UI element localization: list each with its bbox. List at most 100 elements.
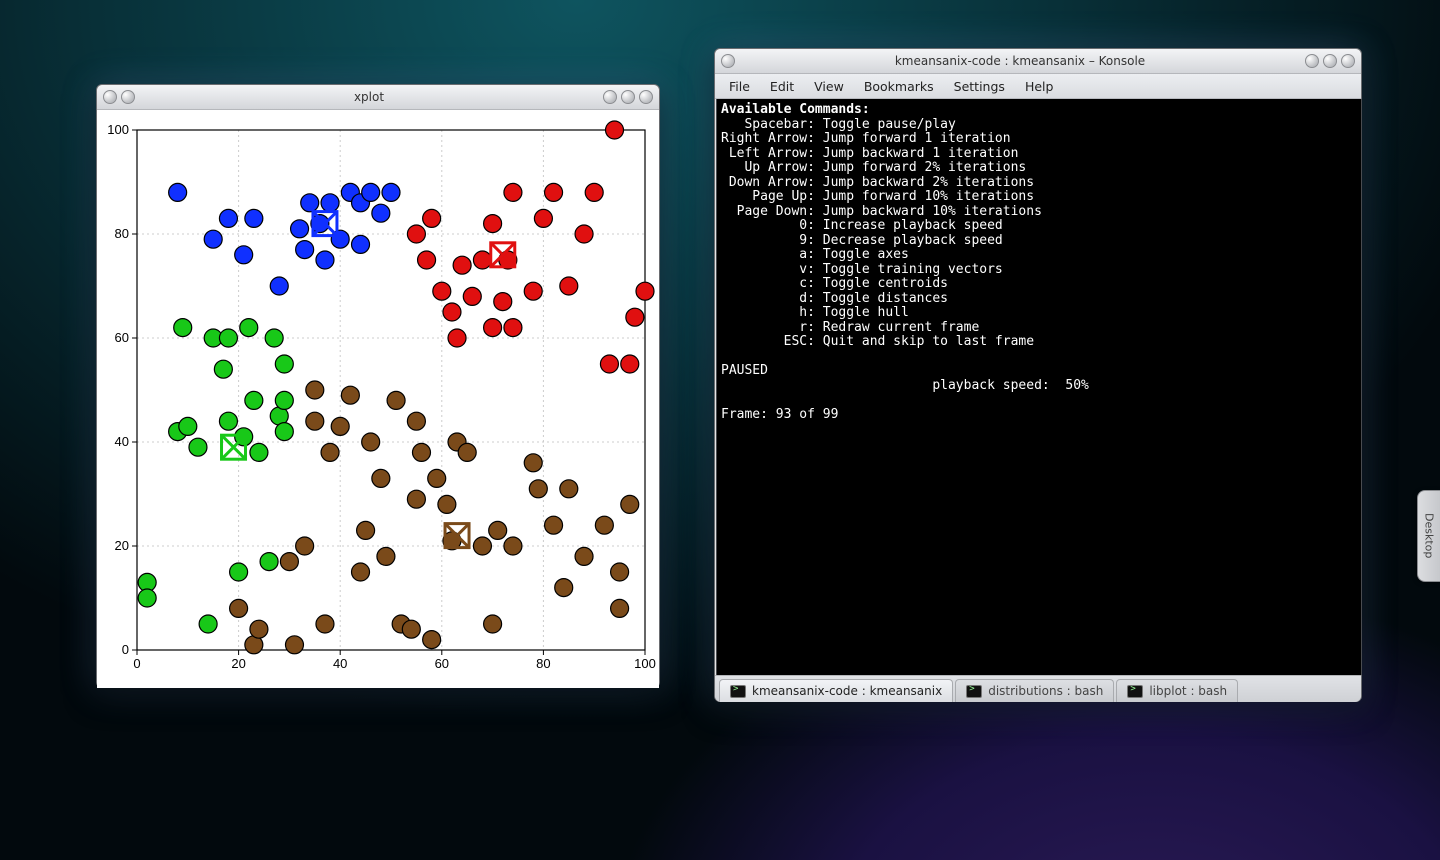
data-point [321, 194, 339, 212]
data-point [484, 215, 502, 233]
tab-distributions[interactable]: distributions : bash [955, 679, 1114, 702]
menu-help[interactable]: Help [1017, 77, 1062, 96]
data-point [621, 355, 639, 373]
data-point [504, 319, 522, 337]
tab-libplot[interactable]: libplot : bash [1116, 679, 1238, 702]
svg-text:40: 40 [333, 656, 347, 671]
data-point [275, 391, 293, 409]
data-point [250, 443, 268, 461]
menu-view[interactable]: View [806, 77, 852, 96]
data-point [560, 277, 578, 295]
data-point [458, 443, 476, 461]
data-point [611, 563, 629, 581]
data-point [285, 636, 303, 654]
data-point [545, 516, 563, 534]
data-point [595, 516, 613, 534]
data-point [296, 241, 314, 259]
data-point [423, 209, 441, 227]
data-point [306, 381, 324, 399]
data-point [560, 480, 578, 498]
data-point [331, 417, 349, 435]
data-point [352, 235, 370, 253]
data-point [296, 537, 314, 555]
terminal-text: Available Commands: Spacebar: Toggle pau… [717, 99, 1361, 426]
data-point [199, 615, 217, 633]
data-point [585, 183, 603, 201]
data-point [316, 615, 334, 633]
data-point [301, 194, 319, 212]
app-menu-button[interactable] [103, 90, 117, 104]
data-point [448, 329, 466, 347]
data-point [174, 319, 192, 337]
data-point [529, 480, 547, 498]
data-point [524, 282, 542, 300]
data-point [275, 355, 293, 373]
maximize-button[interactable] [621, 90, 635, 104]
menu-edit[interactable]: Edit [762, 77, 802, 96]
data-point [504, 183, 522, 201]
data-point [438, 495, 456, 513]
app-menu-button[interactable] [721, 54, 735, 68]
data-point [341, 386, 359, 404]
data-point [245, 209, 263, 227]
data-point [555, 579, 573, 597]
data-point [260, 553, 278, 571]
close-button[interactable] [1341, 54, 1355, 68]
close-button[interactable] [639, 90, 653, 104]
data-point [169, 183, 187, 201]
data-point [219, 209, 237, 227]
minimize-button[interactable] [1305, 54, 1319, 68]
data-point [489, 521, 507, 539]
maximize-button[interactable] [1323, 54, 1337, 68]
svg-text:60: 60 [435, 656, 449, 671]
data-point [382, 183, 400, 201]
data-point [473, 251, 491, 269]
svg-text:20: 20 [231, 656, 245, 671]
data-point [621, 495, 639, 513]
data-point [407, 490, 425, 508]
data-point [275, 423, 293, 441]
xplot-titlebar[interactable]: xplot [97, 85, 659, 110]
svg-text:0: 0 [122, 642, 129, 657]
svg-text:100: 100 [634, 656, 656, 671]
data-point [545, 183, 563, 201]
scatter-chart: 020406080100020406080100 [97, 110, 657, 686]
data-point [230, 563, 248, 581]
menu-file[interactable]: File [721, 77, 758, 96]
tab-label: distributions : bash [988, 684, 1103, 698]
data-point [306, 412, 324, 430]
tab-kmeansanix[interactable]: kmeansanix-code : kmeansanix [719, 679, 953, 702]
data-point [433, 282, 451, 300]
menu-settings[interactable]: Settings [946, 77, 1013, 96]
data-point [407, 412, 425, 430]
data-point [463, 287, 481, 305]
data-point [453, 256, 471, 274]
data-point [626, 308, 644, 326]
tab-label: kmeansanix-code : kmeansanix [752, 684, 942, 698]
data-point [321, 443, 339, 461]
minimize-button[interactable] [603, 90, 617, 104]
data-point [372, 469, 390, 487]
menu-bookmarks[interactable]: Bookmarks [856, 77, 942, 96]
data-point [412, 443, 430, 461]
tab-label: libplot : bash [1149, 684, 1227, 698]
konsole-titlebar[interactable]: kmeansanix-code : kmeansanix – Konsole [715, 49, 1361, 74]
data-point [240, 319, 258, 337]
data-point [636, 282, 654, 300]
data-point [250, 620, 268, 638]
data-point [138, 589, 156, 607]
sticky-button[interactable] [121, 90, 135, 104]
data-point [280, 553, 298, 571]
terminal-viewport[interactable]: Available Commands: Spacebar: Toggle pau… [716, 99, 1362, 675]
xplot-window: xplot 020406080100020406080100 [96, 84, 660, 688]
data-point [219, 412, 237, 430]
konsole-window: kmeansanix-code : kmeansanix – Konsole F… [714, 48, 1362, 702]
svg-text:0: 0 [133, 656, 140, 671]
konsole-window-title: kmeansanix-code : kmeansanix – Konsole [735, 54, 1305, 68]
data-point [230, 599, 248, 617]
xplot-plot-area: 020406080100020406080100 [97, 110, 659, 688]
data-point [362, 183, 380, 201]
desktop-pager-tab[interactable]: Desktop [1417, 490, 1440, 582]
data-point [291, 220, 309, 238]
data-point [214, 360, 232, 378]
